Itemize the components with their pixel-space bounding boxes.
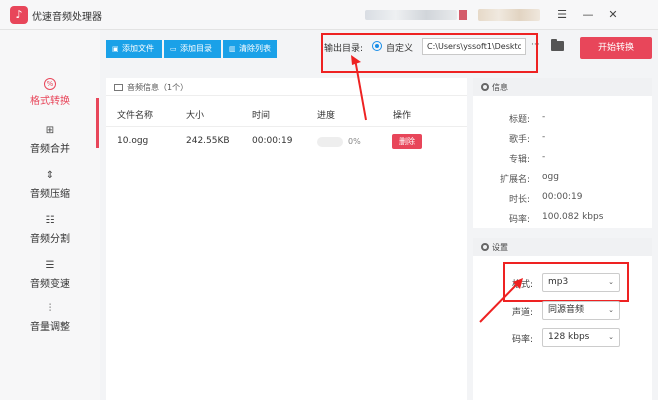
chevron-down-icon: ⌄ [608, 333, 614, 341]
info-value: 100.082 kbps [542, 212, 604, 222]
row-file-size: 242.55KB [186, 136, 230, 146]
sidebar-item-label: 音频变速 [30, 279, 70, 290]
clear-list-button[interactable]: ▥ 清除列表 [223, 40, 277, 58]
row-progress-text: 0% [348, 137, 361, 146]
sidebar-item-volume[interactable]: ⫶ 音量调整 [0, 302, 100, 342]
custom-radio-label: 自定义 [386, 44, 414, 54]
active-nav-indicator [96, 98, 99, 148]
chevron-down-icon: ⌄ [608, 306, 614, 314]
delete-button[interactable]: 删除 [392, 134, 422, 149]
blurred-user-name [478, 9, 540, 21]
info-key: 扩展名: [499, 175, 530, 185]
info-key: 专辑: [508, 155, 530, 165]
info-value: 00:00:19 [542, 192, 583, 202]
bitrate-label: 码率: [512, 335, 534, 345]
info-panel-header: 信息 [473, 78, 652, 96]
menu-icon[interactable]: ☰ [554, 7, 570, 23]
speed-icon: ☰ [45, 260, 55, 271]
row-file-time: 00:00:19 [252, 136, 293, 146]
bitrate-select-value: 128 kbps [548, 332, 590, 342]
file-list-title: 音频信息（1个） [127, 83, 189, 92]
info-key: 歌手: [508, 135, 530, 145]
column-header-size: 大小 [186, 111, 205, 121]
format-highlight [503, 262, 629, 302]
start-convert-button[interactable]: 开始转换 [580, 37, 652, 59]
info-value: - [542, 152, 546, 162]
add-directory-button[interactable]: ▭ 添加目录 [164, 40, 221, 58]
trash-icon: ▥ [229, 45, 236, 53]
channel-label: 声道: [512, 308, 534, 318]
header-divider [106, 126, 467, 127]
blurred-account-info [365, 10, 457, 20]
info-panel: 信息 标题: - 歌手: - 专辑: - 扩展名: ogg 时长: 00:00:… [473, 78, 652, 228]
info-value: - [542, 132, 546, 142]
column-header-action: 操作 [393, 111, 412, 121]
info-value: ogg [542, 172, 559, 182]
split-icon: ☷ [45, 215, 55, 226]
settings-panel-header: 设置 [473, 238, 652, 256]
row-progress-bar [317, 137, 343, 147]
sidebar: % 格式转换 ⊞ 音频合并 ⇕ 音频压缩 ☷ 音频分割 ☰ 音频变速 ⫶ 音量调… [0, 30, 100, 400]
column-header-name: 文件名称 [117, 111, 154, 121]
open-folder-icon[interactable] [551, 39, 564, 51]
channel-select[interactable]: 同源音频 ⌄ [542, 301, 620, 320]
channel-select-value: 同源音频 [548, 305, 585, 315]
volume-icon: ⫶ [48, 303, 52, 314]
gear-icon [481, 83, 489, 91]
row-file-name: 10.ogg [117, 136, 149, 146]
gear-icon [481, 243, 489, 251]
info-panel-title: 信息 [492, 83, 508, 92]
sidebar-item-compress[interactable]: ⇕ 音频压缩 [0, 169, 100, 209]
sidebar-item-label: 音频分割 [30, 234, 70, 245]
blurred-account-badge [459, 10, 467, 20]
merge-icon: ⊞ [45, 125, 55, 136]
add-directory-label: 添加目录 [180, 44, 212, 53]
file-list-panel: 音频信息（1个） 文件名称 大小 时间 进度 操作 10.ogg 242.55K… [106, 78, 467, 400]
file-list-header: 音频信息（1个） [106, 78, 467, 96]
info-key: 时长: [508, 195, 530, 205]
output-path-input[interactable] [422, 38, 526, 55]
close-icon[interactable]: ✕ [605, 7, 621, 23]
custom-radio[interactable] [372, 41, 382, 51]
compress-icon: ⇕ [45, 170, 55, 181]
minimize-icon[interactable]: — [580, 7, 596, 23]
sidebar-item-label: 音量调整 [30, 322, 70, 333]
sidebar-item-merge[interactable]: ⊞ 音频合并 [0, 124, 100, 164]
info-value: - [542, 112, 546, 122]
add-file-icon: ▣ [112, 45, 119, 53]
more-icon[interactable]: ··· [531, 40, 540, 50]
sidebar-item-label: 音频合并 [30, 144, 70, 155]
info-key: 码率: [508, 215, 530, 225]
add-file-button[interactable]: ▣ 添加文件 [106, 40, 162, 58]
app-title: 优速音频处理器 [32, 12, 102, 23]
image-icon [114, 84, 123, 91]
add-file-label: 添加文件 [122, 44, 154, 53]
format-convert-icon: % [44, 78, 56, 90]
clear-list-label: 清除列表 [239, 44, 271, 53]
settings-panel-title: 设置 [492, 243, 508, 252]
sidebar-item-format-convert[interactable]: % 格式转换 [0, 78, 100, 118]
sidebar-item-label: 格式转换 [30, 96, 70, 107]
sidebar-item-speed[interactable]: ☰ 音频变速 [0, 259, 100, 299]
bitrate-select[interactable]: 128 kbps ⌄ [542, 328, 620, 347]
app-logo-icon: ♪ [10, 6, 28, 24]
column-header-time: 时间 [252, 111, 271, 121]
folder-add-icon: ▭ [170, 45, 177, 53]
title-bar: ♪ 优速音频处理器 ☰ — ✕ [0, 0, 658, 30]
column-header-progress: 进度 [317, 111, 336, 121]
sidebar-item-label: 音频压缩 [30, 189, 70, 200]
output-dir-label: 输出目录: [324, 44, 364, 54]
info-key: 标题: [508, 115, 530, 125]
sidebar-item-split[interactable]: ☷ 音频分割 [0, 214, 100, 254]
